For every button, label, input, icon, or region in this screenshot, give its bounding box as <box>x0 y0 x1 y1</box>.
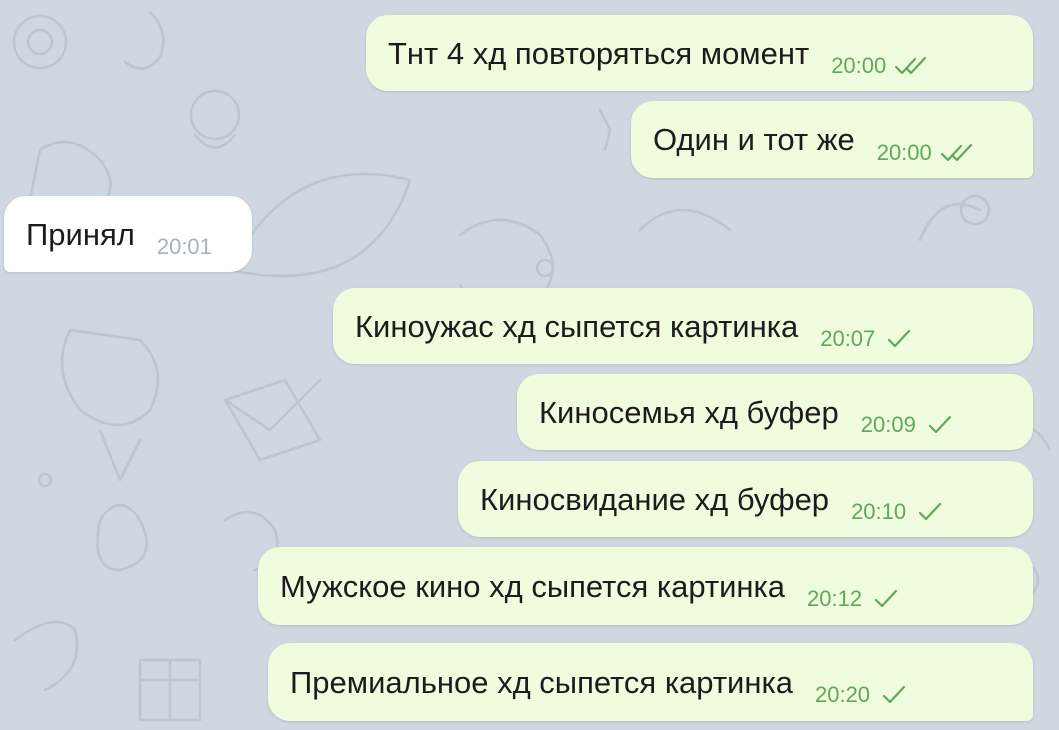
message-text: Мужское кино хд сыпется картинка <box>280 568 786 604</box>
single-check-icon <box>874 589 898 608</box>
message-bubble[interactable]: Премиальное хд сыпется картинка 20:20 <box>268 643 1033 721</box>
message-time: 20:12 <box>807 586 863 611</box>
single-check-icon <box>882 685 906 704</box>
message-meta: 20:01 <box>157 236 212 258</box>
message-text: Киноужас хд сыпется картинка <box>355 308 799 344</box>
message-time: 20:09 <box>860 412 916 437</box>
message-meta: 20:10 <box>851 501 944 523</box>
message-bubble[interactable]: Принял 20:01 <box>4 196 252 272</box>
message-text: Тнт 4 хд повторяться момент <box>388 35 810 71</box>
message-meta: 20:07 <box>820 328 913 350</box>
message-meta: 20:00 <box>876 139 974 165</box>
message-text: Один и тот же <box>653 122 855 157</box>
double-check-icon <box>940 143 972 161</box>
message-time: 20:01 <box>156 234 212 259</box>
message-text: Киносвидание хд буфер <box>480 481 830 517</box>
message-time: 20:00 <box>831 53 887 78</box>
message-time: 20:00 <box>876 139 932 165</box>
single-check-icon <box>919 502 942 521</box>
message-text: Киносемья хд буфер <box>539 394 839 430</box>
message-bubble[interactable]: Мужское кино хд сыпется картинка 20:12 <box>258 547 1033 625</box>
message-time: 20:10 <box>851 499 907 524</box>
message-meta: 20:00 <box>831 55 928 77</box>
message-time: 20:07 <box>820 326 876 351</box>
message-meta: 20:20 <box>815 684 908 706</box>
message-bubble[interactable]: Киносемья хд буфер 20:09 <box>517 374 1033 450</box>
message-bubble[interactable]: Киноужас хд сыпется картинка 20:07 <box>333 288 1033 364</box>
message-text: Премиальное хд сыпется картинка <box>290 664 793 700</box>
message-text: Принял <box>26 216 135 252</box>
single-check-icon <box>888 329 911 348</box>
message-meta: 20:09 <box>861 414 954 436</box>
message-time: 20:20 <box>814 682 871 707</box>
message-bubble[interactable]: Тнт 4 хд повторяться момент 20:00 <box>366 15 1033 91</box>
message-bubble[interactable]: Один и тот же 20:00 <box>631 101 1033 178</box>
message-meta: 20:12 <box>807 588 900 610</box>
single-check-icon <box>928 415 951 434</box>
double-check-icon <box>895 56 927 75</box>
message-bubble[interactable]: Киносвидание хд буфер 20:10 <box>458 461 1033 537</box>
